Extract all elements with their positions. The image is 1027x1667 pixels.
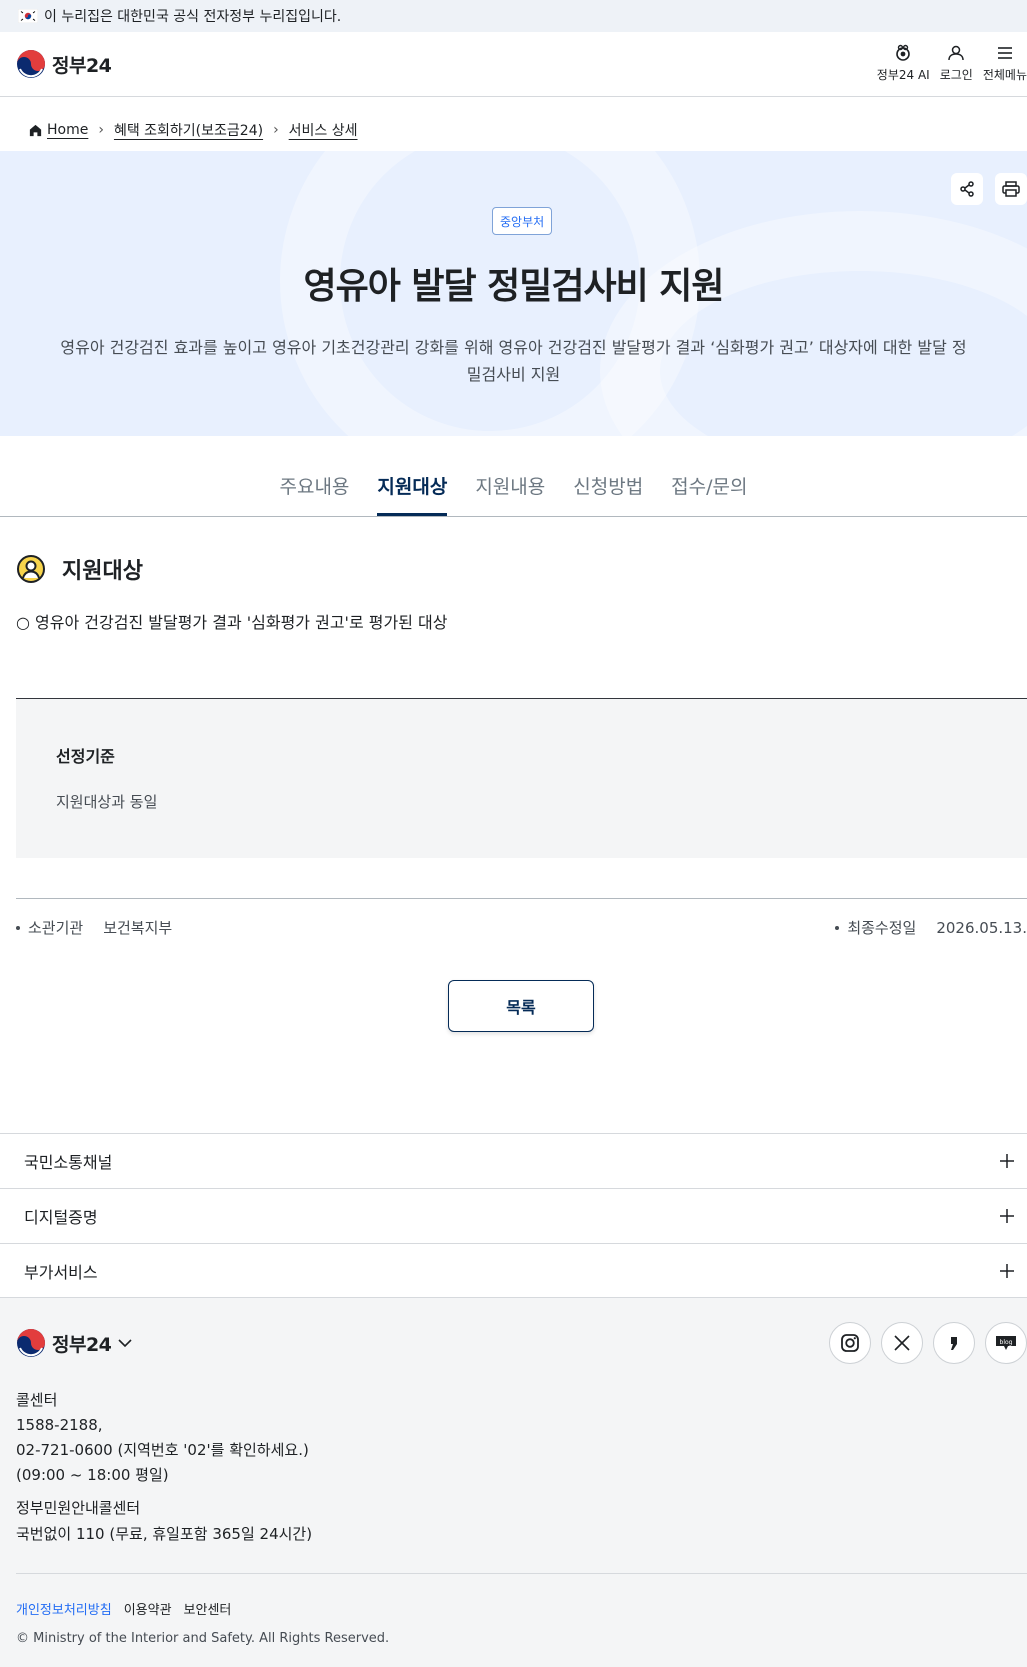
taegukgi-flag-icon xyxy=(18,9,38,23)
agency-label: 소관기관 xyxy=(28,919,84,937)
copyright: © Ministry of the Interior and Safety. A… xyxy=(16,1631,390,1646)
accordion-digital-certificate[interactable]: 디지털증명 xyxy=(0,1188,1027,1243)
person-circle-icon xyxy=(17,555,45,583)
accordion-additional-services[interactable]: 부가서비스 xyxy=(0,1243,1027,1298)
tab-application-method[interactable]: 신청방법 xyxy=(573,472,643,516)
service-description: 영유아 건강검진 효과를 높이고 영유아 기초건강관리 강화를 위해 영유아 건… xyxy=(60,338,967,384)
instagram-icon xyxy=(841,1334,859,1352)
accordion-label: 디지털증명 xyxy=(24,1208,98,1227)
tab-eligibility[interactable]: 지원대상 xyxy=(377,472,448,516)
department-badge: 중앙부처 xyxy=(492,207,553,235)
svg-text:blog: blog xyxy=(1000,1339,1013,1346)
breadcrumb-current[interactable]: 서비스 상세 xyxy=(289,120,358,140)
bullet-icon xyxy=(835,925,840,930)
criteria-title: 선정기준 xyxy=(56,747,115,766)
site-header: 정부24 정부24 AI 로그인 전체메뉴 xyxy=(0,32,1027,97)
header-utilities: 정부24 AI 로그인 전체메뉴 xyxy=(867,32,1027,97)
call-hours: (09:00 ~ 18:00 평일) xyxy=(16,1466,169,1484)
agency-info: 소관기관 보건복지부 xyxy=(16,917,172,938)
section-header: 지원대상 xyxy=(16,553,143,585)
all-menu-label: 전체메뉴 xyxy=(982,67,1027,82)
service-title: 영유아 발달 정밀검사비 지원 xyxy=(303,266,724,307)
kakao-icon xyxy=(951,1337,957,1350)
civil-call-center-info: 정부민원안내콜센터 국번없이 110 (무료, 휴일포함 365일 24시간) xyxy=(16,1495,312,1547)
accordion-label: 국민소통채널 xyxy=(24,1153,113,1172)
ai-button[interactable]: 정부24 AI xyxy=(877,44,930,83)
accordion-citizen-channel[interactable]: 국민소통채널 xyxy=(0,1133,1027,1188)
tab-inquiry[interactable]: 접수/문의 xyxy=(671,472,747,516)
login-label: 로그인 xyxy=(939,67,973,82)
call-number-1: 1588-2188, xyxy=(16,1416,103,1434)
chevron-down-icon xyxy=(118,1339,132,1348)
user-icon xyxy=(948,45,965,60)
gov-emblem-icon xyxy=(17,50,45,78)
instagram-button[interactable] xyxy=(829,1322,871,1364)
site-footer: 정부24 blog 콜센터 1588-2188, 02-721-0600 (지역… xyxy=(0,1298,1027,1667)
x-button[interactable] xyxy=(881,1322,923,1364)
call-center-info: 콜센터 1588-2188, 02-721-0600 (지역번호 '02'를 확… xyxy=(16,1388,309,1488)
breadcrumb: Home › 혜택 조회하기(보조금24) › 서비스 상세 xyxy=(28,120,358,140)
updated-info: 최종수정일 2026.05.13. xyxy=(835,917,1027,938)
sns-links: blog xyxy=(829,1322,1027,1364)
security-center-link[interactable]: 보안센터 xyxy=(184,1599,232,1618)
agency-value: 보건복지부 xyxy=(103,919,173,937)
footer-logo[interactable]: 정부24 xyxy=(16,1328,133,1358)
plus-icon xyxy=(1000,1154,1014,1168)
service-hero: 중앙부처 영유아 발달 정밀검사비 지원 영유아 건강검진 효과를 높이고 영유… xyxy=(0,151,1027,436)
ai-icon xyxy=(896,44,911,61)
logo-text: 정부24 xyxy=(52,54,112,77)
gov-emblem-icon xyxy=(17,1329,45,1357)
selection-criteria-box: 선정기준 지원대상과 동일 xyxy=(16,698,1027,858)
terms-link[interactable]: 이용약관 xyxy=(124,1599,172,1618)
accordion-label: 부가서비스 xyxy=(24,1262,98,1282)
plus-icon xyxy=(1000,1263,1014,1278)
civil-text: 국번없이 110 (무료, 휴일포함 365일 24시간) xyxy=(16,1525,313,1543)
gov-banner-text: 이 누리집은 대한민국 공식 전자정부 누리집입니다. xyxy=(44,9,342,25)
list-button[interactable]: 목록 xyxy=(448,980,594,1032)
civil-title: 정부민원안내콜센터 xyxy=(16,1499,141,1517)
share-button[interactable] xyxy=(951,173,983,205)
tab-main-content[interactable]: 주요내용 xyxy=(279,472,349,516)
kakao-button[interactable] xyxy=(933,1322,975,1364)
call-title: 콜센터 xyxy=(16,1391,58,1409)
section-title: 지원대상 xyxy=(62,559,143,584)
eligibility-text: ○ 영유아 건강검진 발달평가 결과 '심화평가 권고'로 평가된 대상 xyxy=(16,613,448,632)
x-icon xyxy=(894,1335,910,1351)
bullet-icon xyxy=(16,925,20,930)
menu-icon xyxy=(997,46,1012,59)
footer-links: 개인정보처리방침 이용약관 보안센터 xyxy=(16,1599,231,1618)
chevron-right-icon: › xyxy=(98,122,104,138)
breadcrumb-subsidy-link[interactable]: 혜택 조회하기(보조금24) xyxy=(114,120,263,140)
print-button[interactable] xyxy=(995,173,1027,205)
footer-logo-text: 정부24 xyxy=(52,1333,112,1356)
call-number-2: 02-721-0600 (지역번호 '02'를 확인하세요.) xyxy=(16,1441,309,1459)
hero-actions xyxy=(951,173,1027,205)
share-icon xyxy=(960,181,974,197)
detail-tabs: 주요내용 지원대상 지원내용 신청방법 접수/문의 xyxy=(0,436,1027,517)
login-button[interactable]: 로그인 xyxy=(940,44,973,83)
plus-icon xyxy=(1000,1209,1014,1223)
chevron-right-icon: › xyxy=(273,122,279,138)
criteria-text: 지원대상과 동일 xyxy=(56,793,158,811)
service-meta: 소관기관 보건복지부 최종수정일 2026.05.13. xyxy=(16,898,1027,956)
blog-button[interactable]: blog xyxy=(985,1322,1027,1364)
updated-value: 2026.05.13. xyxy=(936,918,1027,937)
site-logo[interactable]: 정부24 xyxy=(16,49,112,79)
gov-official-banner: 이 누리집은 대한민국 공식 전자정부 누리집입니다. xyxy=(0,0,1027,32)
ai-label: 정부24 AI xyxy=(876,67,930,82)
blog-icon: blog xyxy=(996,1336,1016,1350)
home-icon xyxy=(29,124,42,136)
privacy-policy-link[interactable]: 개인정보처리방침 xyxy=(16,1599,112,1618)
updated-label: 최종수정일 xyxy=(847,919,917,937)
breadcrumb-home-link[interactable]: Home xyxy=(47,122,88,138)
all-menu-button[interactable]: 전체메뉴 xyxy=(983,44,1027,83)
tab-support-content[interactable]: 지원내용 xyxy=(475,472,545,516)
print-icon xyxy=(1002,181,1020,197)
footer-divider xyxy=(16,1573,1027,1574)
